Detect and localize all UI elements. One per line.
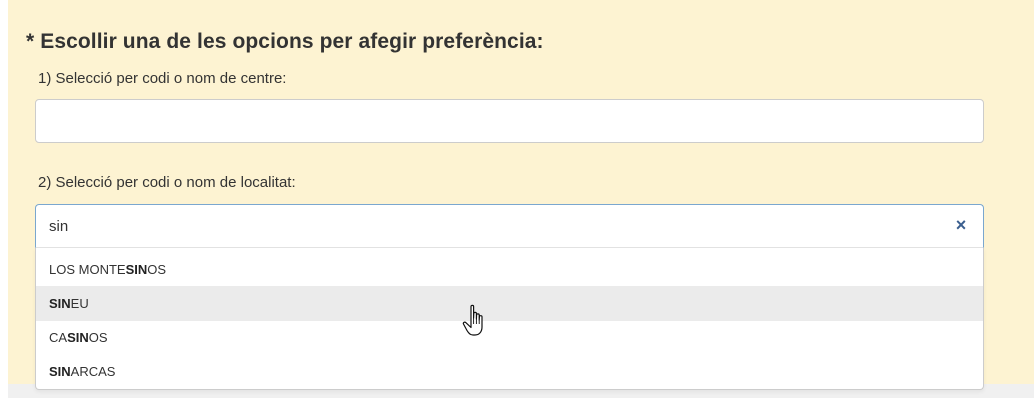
- suggestion-match: SIN: [49, 364, 71, 379]
- localitat-field-label: 2) Selecció per codi o nom de localitat:: [38, 174, 296, 191]
- hand-pointer-icon: [462, 304, 483, 336]
- suggestion-post: OS: [147, 262, 167, 277]
- suggestions-dropdown: LOS MONTESINOS SINEU CASINOS SINARCAS: [35, 248, 984, 390]
- suggestion-post: ARCAS: [70, 364, 116, 379]
- suggestion-item[interactable]: SINEU: [36, 286, 983, 321]
- localitat-input-value: sin: [49, 218, 69, 235]
- suggestion-pre: CA: [49, 330, 68, 345]
- suggestion-pre: LOS MONTE: [49, 262, 126, 277]
- centre-search-input[interactable]: [35, 99, 984, 143]
- suggestion-match: SIN: [49, 296, 71, 311]
- close-icon[interactable]: ×: [951, 214, 971, 236]
- localitat-search-input[interactable]: sin ×: [35, 204, 984, 248]
- suggestion-post: OS: [88, 330, 108, 345]
- suggestion-item[interactable]: LOS MONTESINOS: [36, 252, 983, 287]
- suggestion-match: SIN: [67, 330, 89, 345]
- suggestion-match: SIN: [125, 262, 148, 277]
- suggestion-post: EU: [70, 296, 89, 311]
- form-title: * Escollir una de les opcions per afegir…: [26, 30, 544, 53]
- centre-field-label: 1) Selecció per codi o nom de centre:: [38, 70, 287, 87]
- suggestion-item[interactable]: SINARCAS: [36, 354, 983, 389]
- suggestion-item[interactable]: CASINOS: [36, 320, 983, 355]
